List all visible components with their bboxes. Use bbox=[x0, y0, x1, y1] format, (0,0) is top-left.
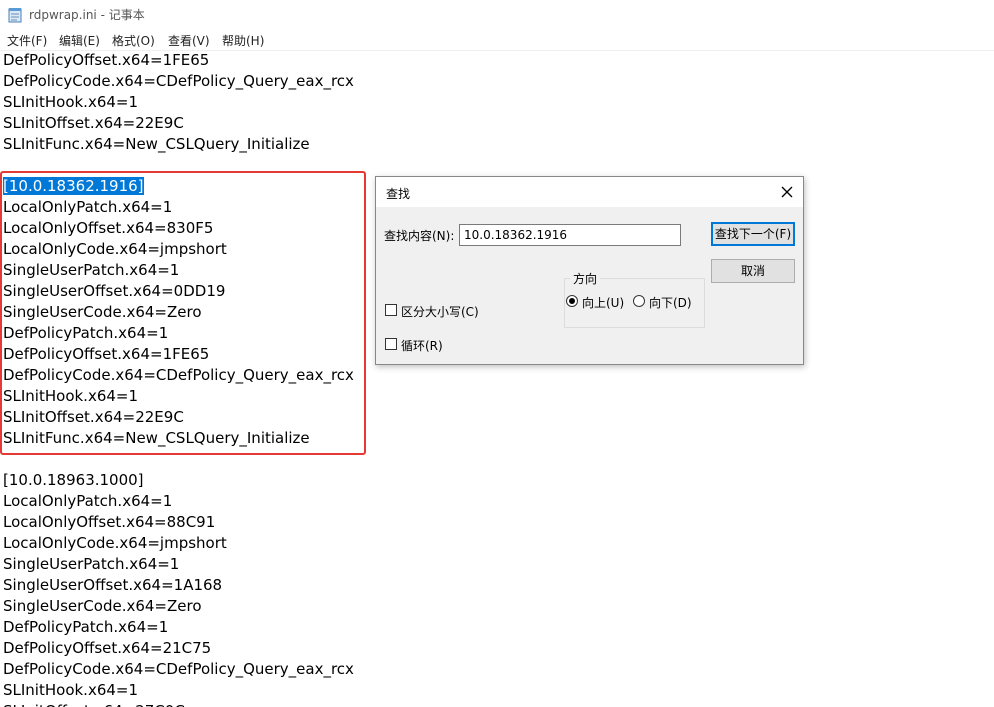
title-bar: rdpwrap.ini - 记事本 bbox=[0, 0, 994, 30]
wrap-around-checkbox[interactable] bbox=[385, 338, 397, 350]
match-case-label[interactable]: 区分大小写(C) bbox=[401, 303, 479, 320]
text-line[interactable]: DefPolicyOffset.x64=1FE65 bbox=[3, 50, 209, 71]
text-line[interactable]: DefPolicyPatch.x64=1 bbox=[3, 617, 168, 638]
dialog-title-bar: 查找 bbox=[376, 177, 803, 207]
text-line[interactable]: SingleUserCode.x64=Zero bbox=[3, 596, 202, 617]
text-line[interactable]: [10.0.18963.1000] bbox=[3, 470, 144, 491]
text-line[interactable]: SingleUserOffset.x64=1A168 bbox=[3, 575, 222, 596]
direction-down-radio[interactable] bbox=[633, 295, 645, 307]
text-line[interactable]: SLInitFunc.x64=New_CSLQuery_Initialize bbox=[3, 134, 310, 155]
text-line[interactable]: LocalOnlyPatch.x64=1 bbox=[3, 491, 172, 512]
menu-format[interactable]: 格式(O) bbox=[112, 32, 155, 49]
text-line[interactable]: SLInitHook.x64=1 bbox=[3, 680, 138, 701]
text-line[interactable]: SingleUserPatch.x64=1 bbox=[3, 554, 179, 575]
window-title: rdpwrap.ini - 记事本 bbox=[29, 8, 145, 22]
wrap-around-label[interactable]: 循环(R) bbox=[401, 337, 443, 354]
direction-down-label[interactable]: 向下(D) bbox=[649, 294, 692, 311]
menu-help[interactable]: 帮助(H) bbox=[222, 32, 264, 49]
text-line[interactable]: LocalOnlyCode.x64=jmpshort bbox=[3, 533, 227, 554]
find-next-button[interactable]: 查找下一个(F) bbox=[711, 222, 795, 246]
find-dialog: 查找 查找内容(N): 查找下一个(F) 取消 方向 向上(U) 向下(D) 区… bbox=[375, 176, 804, 365]
menu-file[interactable]: 文件(F) bbox=[7, 32, 47, 49]
notepad-icon bbox=[8, 8, 22, 23]
cancel-button[interactable]: 取消 bbox=[711, 259, 795, 283]
dialog-title: 查找 bbox=[386, 187, 411, 201]
menu-edit[interactable]: 编辑(E) bbox=[59, 32, 100, 49]
text-line[interactable]: LocalOnlyOffset.x64=88C91 bbox=[3, 512, 215, 533]
direction-up-radio[interactable] bbox=[566, 295, 578, 307]
menu-bar: 文件(F) 编辑(E) 格式(O) 查看(V) 帮助(H) bbox=[0, 30, 994, 51]
find-what-input[interactable] bbox=[459, 224, 681, 246]
menu-view[interactable]: 查看(V) bbox=[168, 32, 210, 49]
text-line[interactable]: DefPolicyCode.x64=CDefPolicy_Query_eax_r… bbox=[3, 71, 354, 92]
direction-label: 方向 bbox=[570, 270, 601, 287]
direction-up-label[interactable]: 向上(U) bbox=[582, 294, 624, 311]
close-icon[interactable] bbox=[775, 180, 799, 204]
text-line[interactable]: SLInitHook.x64=1 bbox=[3, 92, 138, 113]
text-line[interactable]: SLInitOffset.x64=27C0C bbox=[3, 701, 185, 707]
text-line[interactable]: DefPolicyCode.x64=CDefPolicy_Query_eax_r… bbox=[3, 659, 354, 680]
match-case-checkbox[interactable] bbox=[385, 304, 397, 316]
text-line[interactable]: DefPolicyOffset.x64=21C75 bbox=[3, 638, 211, 659]
highlight-box bbox=[0, 171, 366, 455]
find-what-label: 查找内容(N): bbox=[384, 229, 455, 243]
text-line[interactable]: SLInitOffset.x64=22E9C bbox=[3, 113, 184, 134]
